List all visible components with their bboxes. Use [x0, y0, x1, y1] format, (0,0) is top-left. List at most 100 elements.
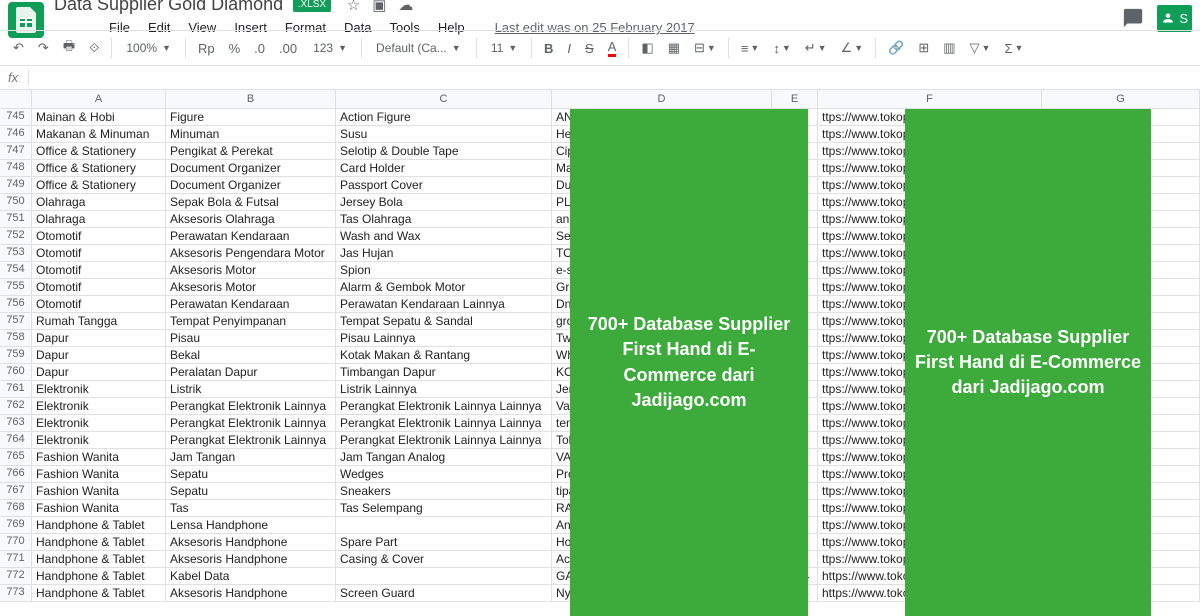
col-header-C[interactable]: C: [336, 90, 552, 109]
cell[interactable]: Aksesoris Handphone: [166, 551, 336, 568]
share-button[interactable]: S: [1157, 5, 1192, 32]
cell[interactable]: Office & Stationery: [32, 143, 166, 160]
cell[interactable]: Perawatan Kendaraan: [166, 296, 336, 313]
col-header-A[interactable]: A: [32, 90, 166, 109]
percent-btn[interactable]: %: [224, 37, 246, 60]
row-header[interactable]: 751: [0, 211, 32, 228]
row-header[interactable]: 757: [0, 313, 32, 330]
cell[interactable]: Otomotif: [32, 245, 166, 262]
strike-btn[interactable]: S: [580, 37, 599, 60]
cell[interactable]: Aksesoris Motor: [166, 262, 336, 279]
cell[interactable]: Jam Tangan: [166, 449, 336, 466]
cell[interactable]: Jam Tangan Analog: [336, 449, 552, 466]
cell[interactable]: Makanan & Minuman: [32, 126, 166, 143]
font-size-select[interactable]: 11▼: [484, 37, 524, 59]
row-header[interactable]: 766: [0, 466, 32, 483]
cell[interactable]: Pengikat & Perekat: [166, 143, 336, 160]
cell[interactable]: Aksesoris Handphone: [166, 534, 336, 551]
row-header[interactable]: 754: [0, 262, 32, 279]
cell[interactable]: [336, 568, 552, 585]
cell[interactable]: Olahraga: [32, 194, 166, 211]
cell[interactable]: Otomotif: [32, 296, 166, 313]
row-header[interactable]: 761: [0, 381, 32, 398]
row-header[interactable]: 769: [0, 517, 32, 534]
row-header[interactable]: 767: [0, 483, 32, 500]
row-header[interactable]: 745: [0, 109, 32, 126]
cell[interactable]: Elektronik: [32, 398, 166, 415]
cell[interactable]: Otomotif: [32, 262, 166, 279]
paint-format-icon[interactable]: ⟐: [84, 36, 104, 60]
cell[interactable]: [336, 517, 552, 534]
row-header[interactable]: 762: [0, 398, 32, 415]
chart-btn[interactable]: ▥: [938, 36, 960, 60]
text-color-btn[interactable]: A: [603, 35, 622, 61]
cell[interactable]: Office & Stationery: [32, 177, 166, 194]
cell[interactable]: Tas Selempang: [336, 500, 552, 517]
col-header-B[interactable]: B: [166, 90, 336, 109]
cell[interactable]: Handphone & Tablet: [32, 568, 166, 585]
cell[interactable]: Sepatu: [166, 483, 336, 500]
cell[interactable]: Timbangan Dapur: [336, 364, 552, 381]
cell[interactable]: Fashion Wanita: [32, 449, 166, 466]
link-btn[interactable]: 🔗: [883, 36, 909, 60]
cell[interactable]: Kabel Data: [166, 568, 336, 585]
more-formats-btn[interactable]: 123▼: [306, 37, 354, 59]
valign-btn[interactable]: ↕▼: [768, 37, 795, 60]
cell[interactable]: Minuman: [166, 126, 336, 143]
cell[interactable]: Wedges: [336, 466, 552, 483]
row-header[interactable]: 746: [0, 126, 32, 143]
cell[interactable]: Perangkat Elektronik Lainnya Lainnya: [336, 398, 552, 415]
row-header[interactable]: 770: [0, 534, 32, 551]
cell[interactable]: Casing & Cover: [336, 551, 552, 568]
zoom-select[interactable]: 100%▼: [119, 37, 178, 59]
cell[interactable]: Fashion Wanita: [32, 466, 166, 483]
star-icon[interactable]: ☆: [347, 0, 360, 14]
row-header[interactable]: 765: [0, 449, 32, 466]
cell[interactable]: Tempat Penyimpanan: [166, 313, 336, 330]
col-header-G[interactable]: G: [1042, 90, 1200, 109]
cell[interactable]: Wash and Wax: [336, 228, 552, 245]
select-all-corner[interactable]: [0, 90, 32, 109]
redo-icon[interactable]: ↷: [33, 36, 54, 60]
cell[interactable]: Aksesoris Handphone: [166, 585, 336, 602]
doc-title[interactable]: Data Supplier Gold Diamond: [54, 0, 283, 15]
row-header[interactable]: 763: [0, 415, 32, 432]
cell[interactable]: Listrik Lainnya: [336, 381, 552, 398]
cell[interactable]: Document Organizer: [166, 177, 336, 194]
cell[interactable]: Perangkat Elektronik Lainnya: [166, 432, 336, 449]
cell[interactable]: Sepatu: [166, 466, 336, 483]
cell[interactable]: Screen Guard: [336, 585, 552, 602]
cell[interactable]: Dapur: [32, 347, 166, 364]
cell[interactable]: Tas: [166, 500, 336, 517]
move-icon[interactable]: ▣: [372, 0, 386, 14]
row-header[interactable]: 760: [0, 364, 32, 381]
cell[interactable]: Tempat Sepatu & Sandal: [336, 313, 552, 330]
font-select[interactable]: Default (Ca...▼: [369, 37, 469, 59]
cell[interactable]: Handphone & Tablet: [32, 534, 166, 551]
cell[interactable]: Dapur: [32, 364, 166, 381]
cell[interactable]: Action Figure: [336, 109, 552, 126]
cell[interactable]: Card Holder: [336, 160, 552, 177]
rotate-btn[interactable]: ∠▼: [836, 36, 869, 60]
col-header-D[interactable]: D: [552, 90, 772, 109]
cell[interactable]: Fashion Wanita: [32, 500, 166, 517]
cell[interactable]: Rumah Tangga: [32, 313, 166, 330]
row-header[interactable]: 747: [0, 143, 32, 160]
row-header[interactable]: 748: [0, 160, 32, 177]
cell[interactable]: Otomotif: [32, 228, 166, 245]
cell[interactable]: Handphone & Tablet: [32, 585, 166, 602]
col-header-E[interactable]: E: [772, 90, 818, 109]
fill-color-btn[interactable]: ◧: [636, 36, 658, 60]
wrap-btn[interactable]: ↵▼: [800, 36, 832, 60]
cell[interactable]: Peralatan Dapur: [166, 364, 336, 381]
cell[interactable]: Perangkat Elektronik Lainnya: [166, 398, 336, 415]
row-header[interactable]: 750: [0, 194, 32, 211]
cell[interactable]: Selotip & Double Tape: [336, 143, 552, 160]
currency-btn[interactable]: Rp: [193, 37, 220, 60]
cell[interactable]: Document Organizer: [166, 160, 336, 177]
cell[interactable]: Mainan & Hobi: [32, 109, 166, 126]
col-header-F[interactable]: F: [818, 90, 1042, 109]
cell[interactable]: Sepak Bola & Futsal: [166, 194, 336, 211]
cell[interactable]: Spare Part: [336, 534, 552, 551]
cell[interactable]: Perawatan Kendaraan Lainnya: [336, 296, 552, 313]
